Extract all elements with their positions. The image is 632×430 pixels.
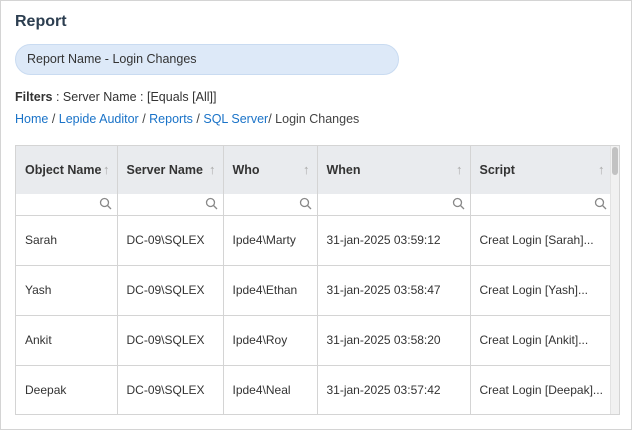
search-icon[interactable] — [205, 197, 218, 210]
sort-arrow-icon[interactable]: ↑ — [103, 162, 110, 177]
cell-who: Ipde4\Roy — [223, 315, 318, 366]
cell-object-name: Yash — [16, 265, 118, 316]
breadcrumb-current: Login Changes — [271, 112, 360, 126]
search-icon[interactable] — [299, 197, 312, 210]
column-header-who[interactable]: Who ↑ — [223, 146, 318, 194]
breadcrumb: Home / Lepide Auditor / Reports / SQL Se… — [15, 112, 360, 126]
cell-server-name: DC-09\SQLEX — [117, 315, 224, 366]
column-filter-row — [16, 194, 613, 216]
table-row[interactable]: Deepak DC-09\SQLEX Ipde4\Neal 31-jan-202… — [16, 365, 613, 414]
column-header-server-name[interactable]: Server Name ↑ — [117, 146, 224, 194]
cell-when: 31-jan-2025 03:58:20 — [317, 315, 471, 366]
scrollbar-thumb[interactable] — [612, 147, 618, 175]
cell-object-name: Ankit — [16, 315, 118, 366]
search-icon[interactable] — [452, 197, 465, 210]
cell-who: Ipde4\Ethan — [223, 265, 318, 316]
cell-script: Creat Login [Deepak]... — [470, 365, 613, 414]
report-table: Object Name ↑ Server Name ↑ Who ↑ When ↑ Scr… — [15, 145, 620, 415]
breadcrumb-lepide-link[interactable]: Lepide Auditor — [59, 112, 139, 126]
cell-server-name: DC-09\SQLEX — [117, 365, 224, 414]
sort-arrow-icon[interactable]: ↑ — [598, 162, 605, 177]
table-row[interactable]: Ankit DC-09\SQLEX Ipde4\Roy 31-jan-2025 … — [16, 315, 613, 366]
column-header-object-name[interactable]: Object Name ↑ — [16, 146, 118, 194]
page-title: Report — [15, 13, 67, 30]
vertical-scrollbar[interactable] — [610, 146, 619, 414]
cell-who: Ipde4\Marty — [223, 215, 318, 266]
table-row[interactable]: Yash DC-09\SQLEX Ipde4\Ethan 31-jan-2025… — [16, 265, 613, 316]
filter-input-server-name[interactable] — [117, 194, 224, 216]
filters-value: : Server Name : [Equals [All]] — [52, 90, 217, 104]
cell-when: 31-jan-2025 03:58:47 — [317, 265, 471, 316]
sort-arrow-icon[interactable]: ↑ — [209, 162, 216, 177]
filters-label: Filters — [15, 90, 53, 104]
breadcrumb-sql-server-link[interactable]: SQL Server — [203, 112, 268, 126]
search-icon[interactable] — [594, 197, 607, 210]
column-header-script[interactable]: Script ↑ — [470, 146, 613, 194]
cell-when: 31-jan-2025 03:59:12 — [317, 215, 471, 266]
breadcrumb-home-link[interactable]: Home — [15, 112, 48, 126]
cell-object-name: Sarah — [16, 215, 118, 266]
cell-server-name: DC-09\SQLEX — [117, 215, 224, 266]
report-panel: Report Report Name - Login Changes Filte… — [0, 0, 632, 430]
report-name-badge: Report Name - Login Changes — [15, 44, 399, 75]
table-row[interactable]: Sarah DC-09\SQLEX Ipde4\Marty 31-jan-202… — [16, 215, 613, 266]
filter-input-who[interactable] — [223, 194, 318, 216]
sort-arrow-icon[interactable]: ↑ — [456, 162, 463, 177]
search-icon[interactable] — [99, 197, 112, 210]
filter-input-script[interactable] — [470, 194, 613, 216]
table-header-row: Object Name ↑ Server Name ↑ Who ↑ When ↑ Scr… — [16, 146, 613, 194]
cell-who: Ipde4\Neal — [223, 365, 318, 414]
cell-script: Creat Login [Ankit]... — [470, 315, 613, 366]
breadcrumb-reports-link[interactable]: Reports — [149, 112, 193, 126]
cell-script: Creat Login [Yash]... — [470, 265, 613, 316]
column-header-when[interactable]: When ↑ — [317, 146, 471, 194]
cell-object-name: Deepak — [16, 365, 118, 414]
sort-arrow-icon[interactable]: ↑ — [303, 162, 310, 177]
cell-server-name: DC-09\SQLEX — [117, 265, 224, 316]
cell-script: Creat Login [Sarah]... — [470, 215, 613, 266]
filter-input-object-name[interactable] — [16, 194, 118, 216]
filter-input-when[interactable] — [317, 194, 471, 216]
cell-when: 31-jan-2025 03:57:42 — [317, 365, 471, 414]
filters-summary: Filters : Server Name : [Equals [All]] — [15, 90, 216, 104]
